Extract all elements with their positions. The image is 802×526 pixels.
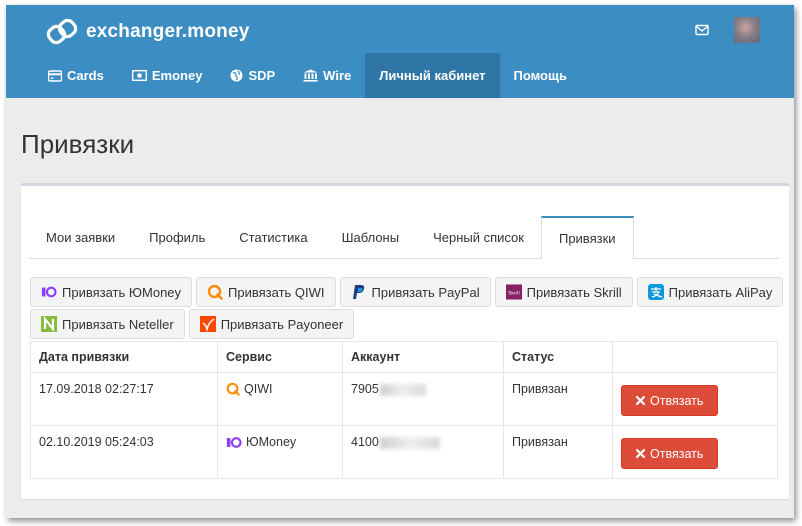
nav-item-label: Wire bbox=[323, 68, 352, 83]
main-nav: Cards Emoney SDP Wire Личный кабинет Пом… bbox=[34, 53, 581, 98]
close-icon bbox=[636, 396, 645, 405]
bind-button-label: Привязать PayPal bbox=[371, 284, 480, 300]
tab-blacklist[interactable]: Черный список bbox=[416, 216, 541, 259]
nav-item-label: Cards bbox=[67, 68, 104, 83]
qiwi-icon bbox=[226, 382, 240, 396]
column-header-service: Сервис bbox=[217, 341, 343, 373]
money-icon bbox=[131, 70, 147, 81]
binding-actions: Отвязать bbox=[612, 425, 778, 479]
bind-button-label: Привязать ЮMoney bbox=[62, 284, 182, 300]
nav-item-cards[interactable]: Cards bbox=[34, 53, 118, 98]
user-avatar[interactable] bbox=[734, 17, 760, 43]
neteller-icon bbox=[41, 316, 57, 332]
column-header-actions bbox=[612, 341, 778, 373]
chain-link-logo-icon bbox=[46, 18, 78, 45]
binding-date: 02.10.2019 05:24:03 bbox=[30, 425, 218, 479]
bind-payoneer-button[interactable]: Привязать Payoneer bbox=[188, 309, 355, 339]
yoomoney-icon bbox=[41, 284, 57, 300]
tab-profile[interactable]: Профиль bbox=[132, 216, 222, 259]
unlink-button[interactable]: Отвязать bbox=[621, 438, 719, 469]
mail-icon[interactable] bbox=[695, 23, 709, 37]
table-row: 02.10.2019 05:24:03 ЮMoney 4100 Привязан bbox=[30, 425, 778, 479]
bind-buttons-row-2: Привязать Neteller Привязать Payoneer bbox=[30, 309, 358, 339]
bind-yoomoney-button[interactable]: Привязать ЮMoney bbox=[30, 277, 193, 307]
bind-neteller-button[interactable]: Привязать Neteller bbox=[30, 309, 185, 339]
binding-service: QIWI bbox=[217, 372, 343, 426]
tab-bar: Мои заявки Профиль Статистика Шаблоны Че… bbox=[29, 216, 779, 260]
unlink-button-label: Отвязать bbox=[650, 393, 704, 408]
bank-icon bbox=[303, 69, 318, 82]
close-icon bbox=[636, 449, 645, 458]
nav-item-wire[interactable]: Wire bbox=[289, 53, 365, 98]
payoneer-icon bbox=[199, 316, 216, 332]
nav-item-personal-account[interactable]: Личный кабинет bbox=[365, 53, 500, 98]
binding-status: Привязан bbox=[503, 372, 613, 426]
alipay-icon bbox=[647, 284, 664, 300]
bind-button-label: Привязать Skrill bbox=[526, 284, 622, 300]
nav-item-sdp[interactable]: SDP bbox=[216, 53, 289, 98]
skrill-icon: Skrill bbox=[505, 284, 522, 300]
tab-my-orders[interactable]: Мои заявки bbox=[29, 216, 132, 259]
account-prefix: 4100 bbox=[351, 435, 379, 449]
tab-templates[interactable]: Шаблоны bbox=[325, 216, 417, 259]
bindings-table: Дата привязки Сервис Аккаунт Статус 17.0… bbox=[30, 341, 778, 479]
nav-item-help[interactable]: Помощь bbox=[500, 53, 581, 98]
bind-button-label: Привязать Payoneer bbox=[220, 316, 344, 332]
paypal-icon bbox=[351, 284, 367, 300]
browser-window: exchanger.money Cards Emoney SDP Wire Ли… bbox=[6, 5, 794, 518]
column-header-account: Аккаунт bbox=[342, 341, 504, 373]
nav-item-label: Личный кабинет bbox=[379, 68, 486, 83]
content-panel: Мои заявки Профиль Статистика Шаблоны Че… bbox=[21, 183, 789, 499]
credit-card-icon bbox=[48, 69, 62, 82]
brand-name: exchanger.money bbox=[86, 21, 250, 42]
unlink-button[interactable]: Отвязать bbox=[621, 385, 719, 416]
nav-item-emoney[interactable]: Emoney bbox=[118, 53, 217, 98]
svg-text:Skrill: Skrill bbox=[508, 290, 520, 296]
page-title: Привязки bbox=[21, 129, 135, 159]
nav-item-label: Emoney bbox=[151, 68, 203, 83]
column-header-status: Статус bbox=[503, 341, 613, 373]
bind-button-label: Привязать QIWI bbox=[228, 284, 325, 300]
account-masked-digits bbox=[379, 383, 426, 396]
binding-account: 7905 bbox=[342, 372, 504, 426]
account-prefix: 7905 bbox=[351, 382, 379, 396]
column-header-date: Дата привязки bbox=[30, 341, 218, 373]
service-name: ЮMoney bbox=[246, 435, 297, 449]
binding-actions: Отвязать bbox=[612, 372, 778, 426]
bind-skrill-button[interactable]: Skrill Привязать Skrill bbox=[494, 277, 633, 307]
binding-service: ЮMoney bbox=[217, 425, 343, 479]
nav-item-label: Помощь bbox=[513, 68, 567, 83]
table-header-row: Дата привязки Сервис Аккаунт Статус bbox=[30, 341, 778, 373]
table-row: 17.09.2018 02:27:17 QIWI 7905 Привязан О… bbox=[30, 372, 778, 426]
globe-icon bbox=[230, 69, 243, 82]
bind-qiwi-button[interactable]: Привязать QIWI bbox=[196, 277, 336, 307]
bind-alipay-button[interactable]: Привязать AliPay bbox=[636, 277, 784, 307]
binding-date: 17.09.2018 02:27:17 bbox=[30, 372, 218, 426]
top-navbar: exchanger.money Cards Emoney SDP Wire Ли… bbox=[6, 5, 794, 98]
unlink-button-label: Отвязать bbox=[650, 446, 704, 461]
qiwi-icon bbox=[207, 284, 223, 300]
bind-paypal-button[interactable]: Привязать PayPal bbox=[339, 277, 491, 307]
binding-status: Привязан bbox=[503, 425, 613, 479]
bind-button-label: Привязать AliPay bbox=[668, 284, 773, 300]
nav-item-label: SDP bbox=[248, 68, 276, 83]
binding-account: 4100 bbox=[342, 425, 504, 479]
yoomoney-icon bbox=[226, 436, 242, 448]
service-name: QIWI bbox=[244, 382, 273, 396]
tab-statistics[interactable]: Статистика bbox=[222, 216, 324, 259]
bind-buttons-row-1: Привязать ЮMoney Привязать QIWI Привязат… bbox=[30, 277, 787, 307]
tab-bindings[interactable]: Привязки bbox=[540, 216, 634, 260]
brand-logo-link[interactable]: exchanger.money bbox=[46, 17, 250, 47]
account-masked-digits bbox=[379, 436, 440, 449]
bind-button-label: Привязать Neteller bbox=[62, 316, 174, 332]
